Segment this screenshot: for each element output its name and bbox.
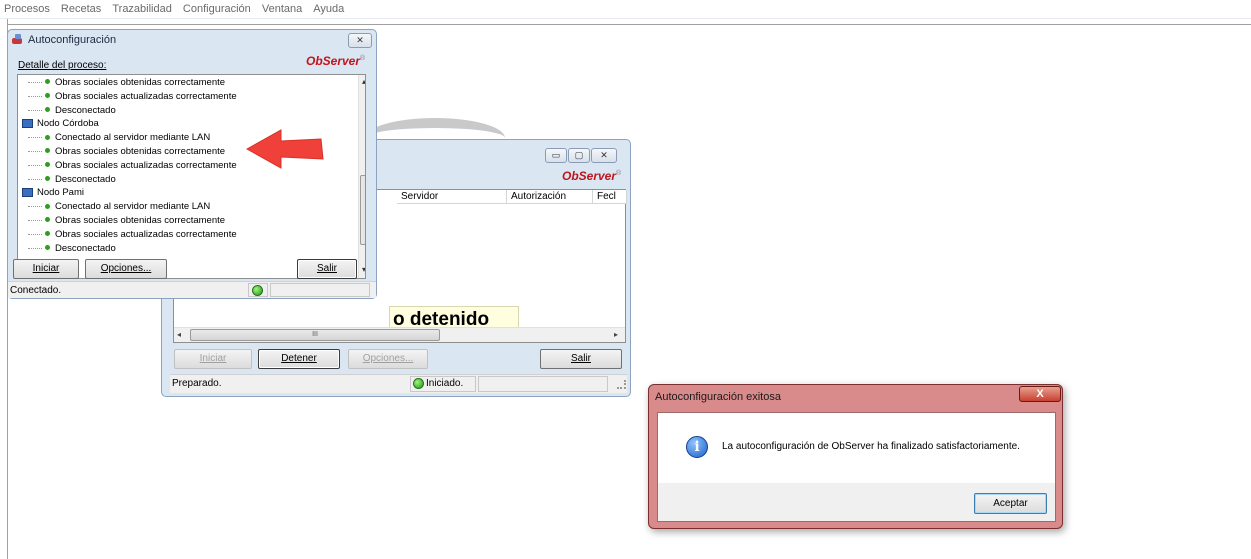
autoconfig-empty-panel — [270, 283, 370, 297]
maximize-button[interactable]: ▢ — [568, 148, 590, 163]
autoconfig-salir-button[interactable]: Salir — [297, 259, 357, 279]
tree-item-label: Obras sociales obtenidas correctamente — [55, 146, 226, 157]
success-dialog: Autoconfiguración exitosa X i La autocon… — [648, 384, 1063, 529]
computer-icon — [22, 188, 33, 198]
horizontal-scroll-thumb[interactable]: III — [190, 329, 440, 341]
status-dot-icon — [45, 148, 50, 154]
autoconfig-title: Autoconfiguración — [28, 34, 117, 46]
red-arrow-icon — [245, 129, 324, 169]
dialog-message: La autoconfiguración de ObServer ha fina… — [722, 441, 1020, 452]
mdi-top-border — [7, 24, 1251, 25]
tree-item[interactable]: Desconectado — [28, 173, 116, 186]
tree-item[interactable]: Conectado al servidor mediante LAN — [28, 200, 210, 213]
minimize-button[interactable]: ▭ — [545, 148, 567, 163]
status-dot-icon — [45, 93, 50, 99]
dialog-body: i La autoconfiguración de ObServer ha fi… — [657, 412, 1056, 522]
autoconfig-iniciar-button[interactable]: Iniciar — [13, 259, 79, 279]
tree-item-label: Desconectado — [55, 173, 116, 185]
tree-node[interactable]: Nodo Pami — [22, 186, 84, 199]
tree-item-label: Obras sociales actualizadas correctament… — [55, 90, 237, 102]
menu-configuracion[interactable]: Configuración — [179, 0, 255, 15]
aceptar-button[interactable]: Aceptar — [974, 493, 1047, 514]
status-state-panel: Iniciado. — [410, 376, 476, 392]
dialog-close-button[interactable]: X — [1019, 386, 1061, 402]
scroll-left-icon[interactable]: ◂ — [177, 330, 181, 339]
dialog-title: Autoconfiguración exitosa — [655, 391, 781, 403]
autoconfig-logo: ObServer® — [306, 54, 366, 68]
status-dot-icon — [45, 217, 50, 223]
green-led-icon — [252, 284, 263, 296]
scroll-right-icon[interactable]: ▸ — [614, 330, 618, 339]
tree-item[interactable]: Obras sociales actualizadas correctament… — [28, 159, 237, 172]
tree-item[interactable]: Desconectado — [28, 104, 116, 117]
tree-item[interactable]: Desconectado — [28, 242, 116, 255]
menu-trazabilidad[interactable]: Trazabilidad — [108, 0, 176, 15]
tree-item[interactable]: Obras sociales obtenidas correctamente — [28, 214, 225, 227]
column-autorizacion[interactable]: Autorización — [507, 190, 593, 204]
tree-item-label: Conectado al servidor mediante LAN — [55, 201, 211, 213]
resize-grip-icon[interactable] — [617, 380, 626, 389]
menu-recetas[interactable]: Recetas — [57, 0, 105, 15]
autoconfig-led-panel — [248, 283, 268, 297]
tree-item-label: Conectado al servidor mediante LAN — [55, 132, 211, 144]
autoconfig-close-button[interactable]: ✕ — [348, 33, 372, 48]
menu-ventana[interactable]: Ventana — [258, 0, 306, 15]
status-conectado: Conectado. — [10, 285, 62, 296]
status-dot-icon — [45, 245, 50, 251]
process-detail-tree[interactable]: Obras sociales obtenidas correctamente Ob… — [17, 74, 366, 279]
salir-button[interactable]: Salir — [540, 349, 622, 369]
computer-icon — [22, 119, 33, 129]
detener-button[interactable]: Detener — [258, 349, 340, 369]
info-icon: i — [686, 436, 708, 458]
opciones-button[interactable]: Opciones... — [348, 349, 428, 369]
background-watermark — [365, 118, 505, 140]
vertical-scroll-thumb[interactable] — [360, 175, 365, 245]
tree-item-label: Obras sociales obtenidas correctamente — [55, 77, 226, 88]
vertical-scrollbar[interactable]: ▴ ▾ — [358, 75, 365, 278]
tree-item-label: Obras sociales obtenidas correctamente — [55, 215, 226, 226]
status-dot-icon — [45, 231, 50, 237]
status-dot-icon — [45, 134, 50, 140]
menu-bar: Procesos Recetas Trazabilidad Configurac… — [0, 0, 1251, 19]
column-fecha[interactable]: Fecl — [593, 190, 627, 204]
status-iniciado: Iniciado. — [426, 378, 464, 389]
observer-logo: ObServer® — [562, 169, 622, 183]
status-dot-icon — [45, 162, 50, 168]
scroll-down-icon[interactable]: ▾ — [362, 265, 365, 274]
main-status-bar: Preparado. Iniciado. — [170, 374, 627, 393]
tree-item[interactable]: Obras sociales obtenidas correctamente — [28, 145, 225, 158]
tree-item-label: Desconectado — [55, 242, 116, 254]
tree-node[interactable]: Nodo Córdoba — [22, 117, 99, 130]
status-dot-icon — [45, 107, 50, 113]
close-button[interactable]: ✕ — [591, 148, 617, 163]
status-preparado: Preparado. — [172, 378, 222, 389]
menu-procesos[interactable]: Procesos — [0, 0, 54, 15]
green-led-icon — [413, 378, 424, 390]
status-empty-panel — [478, 376, 608, 392]
menu-ayuda[interactable]: Ayuda — [309, 0, 348, 15]
scroll-up-icon[interactable]: ▴ — [362, 77, 365, 86]
detail-label: Detalle del proceso: — [18, 60, 107, 71]
status-dot-icon — [45, 203, 50, 209]
autoconfig-opciones-button[interactable]: Opciones... — [85, 259, 167, 279]
tree-item[interactable]: Obras sociales actualizadas correctament… — [28, 90, 237, 103]
horizontal-scrollbar[interactable]: ◂ III ▸ — [174, 327, 625, 342]
autoconfig-app-icon — [12, 34, 24, 45]
status-dot-icon — [45, 176, 50, 182]
tree-item-label: Obras sociales actualizadas correctament… — [55, 228, 237, 240]
iniciar-button[interactable]: Iniciar — [174, 349, 252, 369]
tree-item-label: Obras sociales actualizadas correctament… — [55, 159, 237, 171]
tree-node-label: Nodo Córdoba — [37, 118, 99, 130]
dialog-message-area: i La autoconfiguración de ObServer ha fi… — [658, 413, 1055, 483]
tree-item[interactable]: Conectado al servidor mediante LAN — [28, 131, 210, 144]
tree-item[interactable]: Obras sociales actualizadas correctament… — [28, 228, 237, 241]
status-dot-icon — [45, 79, 50, 85]
tree-node-label: Nodo Pami — [37, 187, 84, 199]
tree-item[interactable]: Obras sociales obtenidas correctamente — [28, 76, 225, 89]
column-servidor[interactable]: Servidor — [397, 190, 507, 204]
tree-item-label: Desconectado — [55, 104, 116, 116]
autoconfig-status-bar: Conectado. — [8, 281, 376, 298]
